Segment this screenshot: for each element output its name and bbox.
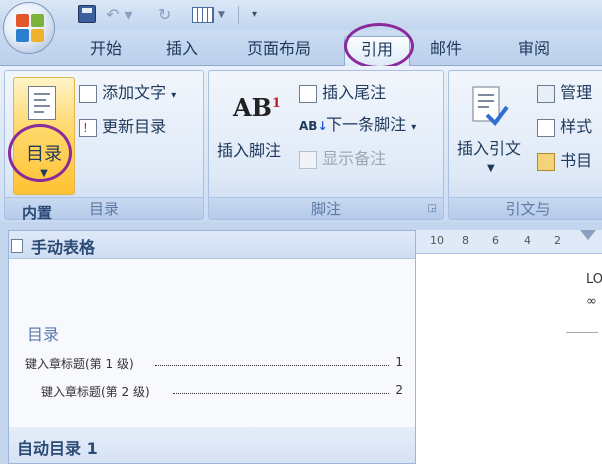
- toc-preview[interactable]: 目录 键入章标题(第 1 级) 1 键入章标题(第 2 级) 2: [9, 259, 415, 445]
- add-text-icon: [79, 84, 97, 103]
- show-notes-icon: [299, 150, 317, 169]
- ruler-tick: 2: [554, 234, 561, 247]
- update-toc-button[interactable]: ! 更新目录: [79, 115, 166, 139]
- citations-group-label: 引文与: [449, 197, 602, 219]
- insert-footnote-button[interactable]: AB1 插入脚注: [209, 71, 297, 191]
- tab-insert[interactable]: 插入: [154, 36, 210, 66]
- title-bar: ↶ ▾ ↻ ▼ ▾: [0, 0, 602, 30]
- show-notes-button[interactable]: 显示备注: [299, 147, 386, 171]
- toolbar-separator: [238, 6, 240, 24]
- customize-toolbar-icon[interactable]: ▾: [252, 5, 264, 25]
- tab-mailings[interactable]: 邮件: [418, 36, 474, 66]
- highlight-circle: [8, 124, 72, 182]
- office-logo-icon: [16, 14, 44, 42]
- undo-icon[interactable]: ↶ ▾: [106, 5, 136, 25]
- footnotes-group: AB1 插入脚注 插入尾注 AB↓ 下一条脚注 ▾ 显示备注 脚注 ◲: [208, 70, 444, 220]
- bibliography-icon: [537, 152, 555, 171]
- show-notes-label: 显示备注: [322, 149, 387, 168]
- highlight-circle: [344, 23, 414, 69]
- toc-gallery: 手动表格 目录 键入章标题(第 1 级) 1 键入章标题(第 2 级) 2 自动…: [8, 230, 416, 464]
- ruler-tick: 6: [492, 234, 499, 247]
- manage-label: 管理: [560, 83, 593, 102]
- office-button[interactable]: [3, 2, 55, 54]
- update-toc-label: 更新目录: [102, 117, 167, 136]
- ruler-marker-icon[interactable]: [580, 230, 596, 240]
- preview-title: 目录: [27, 325, 60, 344]
- document-text: ∞: [586, 294, 597, 309]
- toc-entry: 键入章标题(第 1 级) 1: [25, 355, 405, 373]
- table-icon[interactable]: [192, 7, 214, 23]
- insert-citation-button[interactable]: 插入引文 ▼: [449, 71, 535, 191]
- gallery-header: 手动表格: [9, 231, 415, 259]
- ruler-tick: 10: [430, 234, 444, 247]
- divider: [566, 332, 598, 333]
- update-icon: !: [79, 118, 97, 137]
- ruler: 10 8 6 4 2: [416, 230, 602, 254]
- ruler-tick: 4: [524, 234, 531, 247]
- ruler-tick: 8: [462, 234, 469, 247]
- insert-endnote-button[interactable]: 插入尾注: [299, 81, 386, 105]
- insert-citation-label: 插入引文: [457, 139, 522, 158]
- footnotes-group-label: 脚注 ◲: [209, 197, 443, 219]
- manage-sources-button[interactable]: 管理: [537, 81, 592, 105]
- style-icon: [537, 118, 555, 137]
- chevron-down-icon[interactable]: ▼: [218, 5, 228, 25]
- bibliography-label: 书目: [560, 151, 593, 170]
- toc-entry-text: 键入章标题(第 1 级): [25, 357, 134, 371]
- toc-entry-page: 2: [395, 383, 403, 397]
- content-area: 手动表格 目录 键入章标题(第 1 级) 1 键入章标题(第 2 级) 2 自动…: [0, 222, 602, 464]
- dialog-launcher-icon: ◲: [427, 203, 437, 214]
- citations-group: 插入引文 ▼ 管理 样式 书目 引文与: [448, 70, 602, 220]
- builtin-label: 内置: [22, 204, 53, 222]
- ribbon: 目录 ▼ 添加文字 ▾ ! 更新目录 目录 AB1 插入脚注 插入尾注 AB↓ …: [0, 66, 602, 222]
- bibliography-button[interactable]: 书目: [537, 149, 592, 173]
- next-footnote-icon: AB↓: [299, 118, 328, 133]
- save-icon[interactable]: [78, 5, 96, 23]
- gallery-header-title: 手动表格: [31, 238, 96, 257]
- tab-review[interactable]: 审阅: [506, 36, 562, 66]
- document-page[interactable]: LO ∞: [416, 254, 602, 464]
- add-text-label: 添加文字: [102, 83, 167, 102]
- next-footnote-label: 下一条脚注: [326, 115, 407, 134]
- auto-toc-title: 自动目录 1: [17, 439, 98, 458]
- add-text-button[interactable]: 添加文字 ▾: [79, 81, 176, 105]
- insert-endnote-label: 插入尾注: [322, 83, 387, 102]
- style-label: 样式: [560, 117, 593, 136]
- endnote-icon: [299, 84, 317, 103]
- tab-page-layout[interactable]: 页面布局: [234, 36, 324, 66]
- redo-icon[interactable]: ↻: [158, 5, 178, 25]
- ribbon-tabs: 开始 插入 页面布局 引用 邮件 审阅: [0, 30, 602, 67]
- document-text: LO: [586, 272, 602, 287]
- tab-home[interactable]: 开始: [78, 36, 134, 66]
- toc-entry-page: 1: [395, 355, 403, 369]
- next-footnote-button[interactable]: AB↓ 下一条脚注 ▾: [299, 113, 416, 137]
- toc-entry-text: 键入章标题(第 2 级): [41, 385, 150, 399]
- gallery-icon: [11, 239, 23, 253]
- auto-toc-item[interactable]: 自动目录 1: [9, 427, 415, 463]
- style-button[interactable]: 样式: [537, 115, 592, 139]
- footnote-icon: AB1: [233, 93, 281, 122]
- manage-icon: [537, 84, 555, 103]
- insert-footnote-label: 插入脚注: [217, 141, 282, 160]
- document-icon: [28, 86, 56, 120]
- chevron-down-icon: ▼: [487, 163, 495, 174]
- toc-entry: 键入章标题(第 2 级) 2: [41, 383, 405, 401]
- citation-icon: [472, 86, 509, 127]
